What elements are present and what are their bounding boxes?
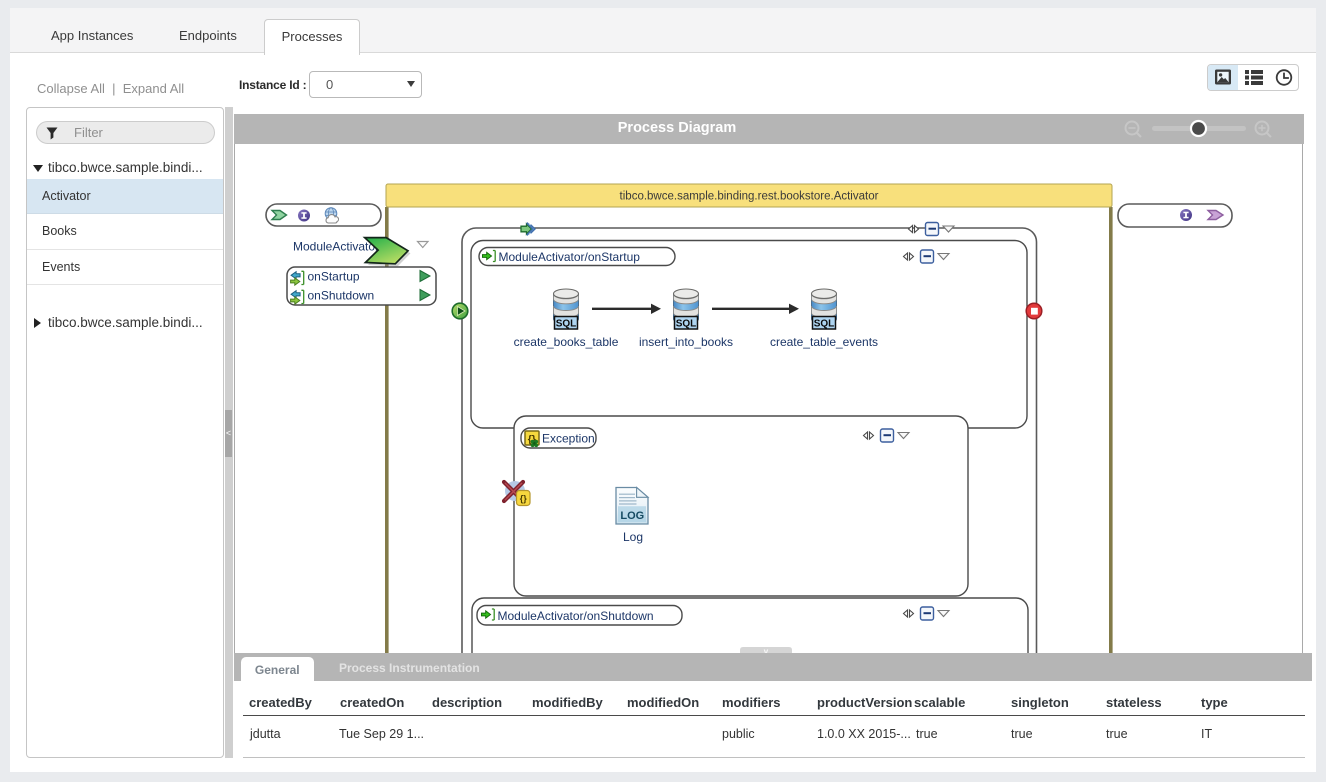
svg-text:create_table_events: create_table_events <box>770 335 878 349</box>
svg-text:create_books_table: create_books_table <box>514 335 619 349</box>
svg-text:onShutdown: onShutdown <box>308 289 375 303</box>
svg-text:onStartup: onStartup <box>308 270 360 284</box>
svg-text:ModuleActivator: ModuleActivator <box>293 240 379 254</box>
svg-text:ModuleActivator/onShutdown: ModuleActivator/onShutdown <box>498 609 654 623</box>
svg-text:LOG: LOG <box>620 510 644 522</box>
svg-text:tibco.bwce.sample.binding.rest: tibco.bwce.sample.binding.rest.bookstore… <box>620 191 879 203</box>
svg-text:Log: Log <box>623 530 643 544</box>
svg-text:{}: {} <box>520 494 528 504</box>
svg-text:ModuleActivator/onStartup: ModuleActivator/onStartup <box>499 250 641 264</box>
svg-text:insert_into_books: insert_into_books <box>639 335 733 349</box>
svg-text:Exception: Exception <box>542 432 595 446</box>
